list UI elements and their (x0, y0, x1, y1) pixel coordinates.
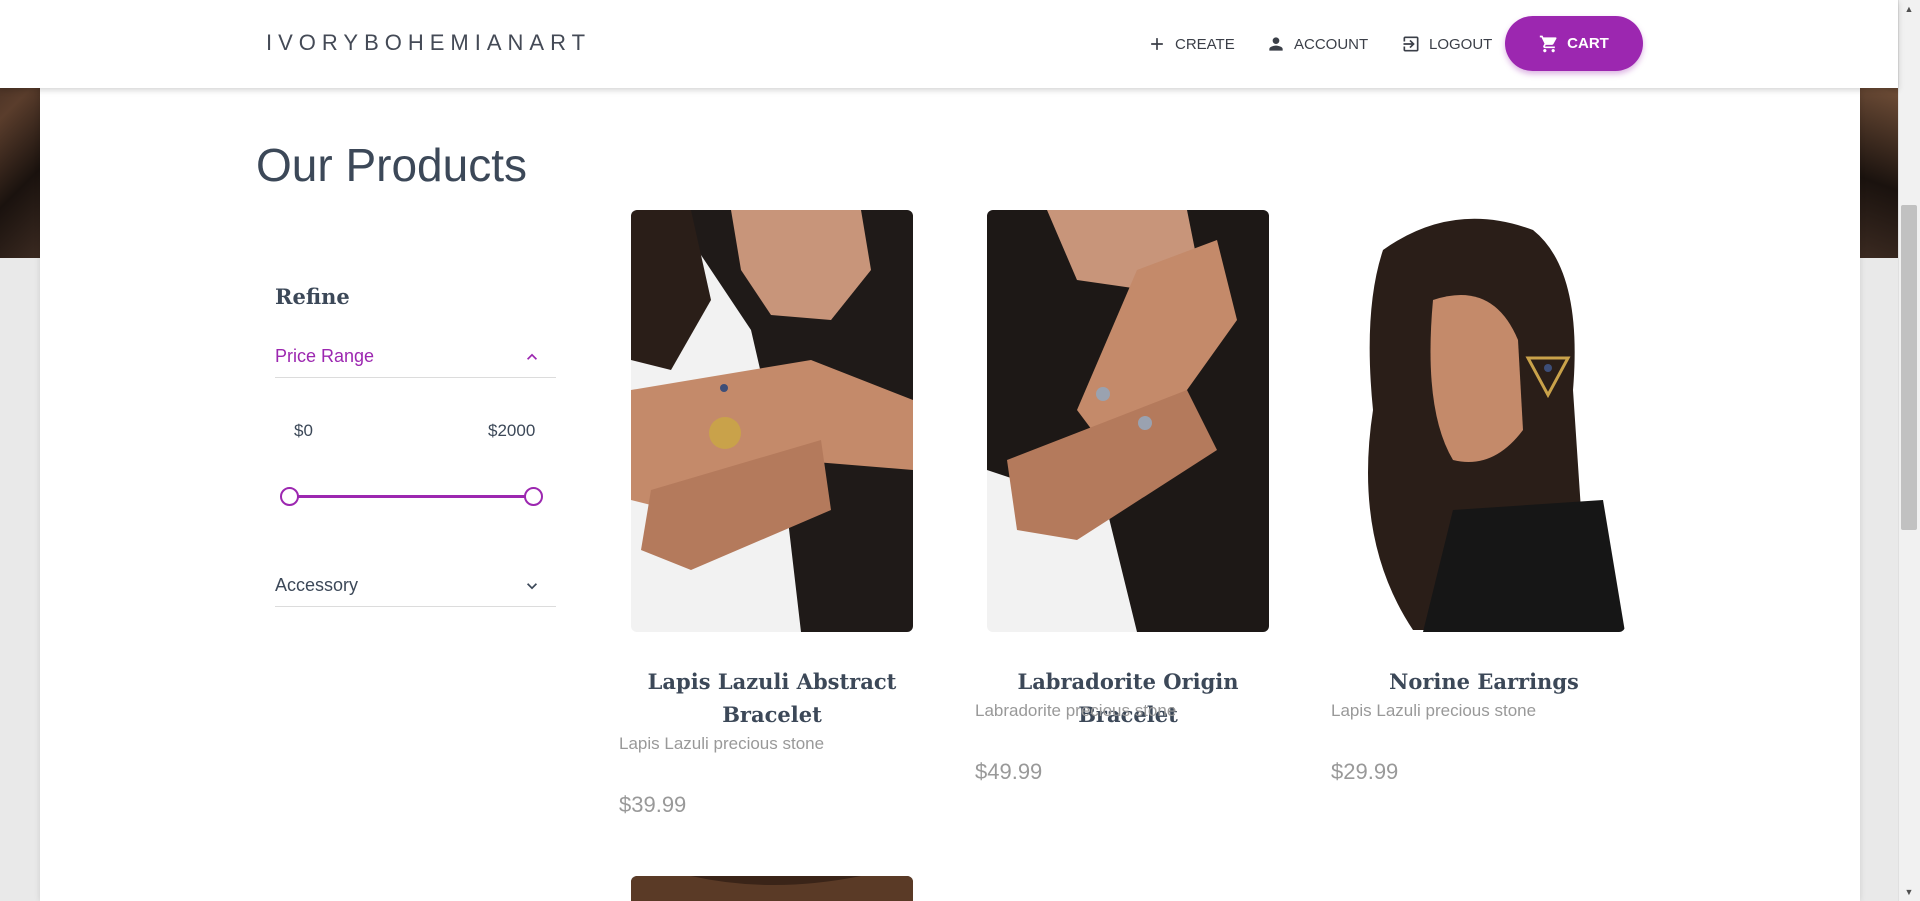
price-range-accordion[interactable]: Price Range (275, 336, 556, 378)
scrollbar-thumb[interactable] (1901, 205, 1917, 530)
product-price: $49.99 (975, 759, 1043, 784)
product-name[interactable]: Labradorite Origin Bracelet (987, 665, 1269, 731)
page-scrollbar[interactable]: ▲ ▼ (1898, 0, 1920, 901)
logout-label: LOGOUT (1429, 35, 1493, 53)
product-photo-bracelet (631, 210, 913, 632)
person-icon (1269, 37, 1283, 51)
product-image[interactable] (631, 210, 913, 632)
product-name[interactable]: Lapis Lazuli Abstract Bracelet (631, 665, 913, 731)
shopping-cart-icon (1539, 35, 1557, 52)
price-slider-min-handle[interactable] (280, 487, 299, 506)
product-image[interactable] (1343, 210, 1625, 632)
create-button[interactable]: CREATE (1147, 30, 1235, 58)
account-button[interactable]: ACCOUNT (1266, 30, 1368, 58)
product-image[interactable] (631, 876, 913, 901)
price-min-value: $0 (294, 421, 313, 440)
product-photo-partial (631, 876, 913, 901)
scroll-down-arrow-icon[interactable]: ▼ (1898, 883, 1920, 901)
product-description: Lapis Lazuli precious stone (619, 734, 825, 753)
chevron-down-icon (527, 582, 537, 589)
logout-button[interactable]: LOGOUT (1401, 30, 1492, 58)
product-price: $29.99 (1331, 759, 1399, 784)
price-slider-max-handle[interactable] (524, 487, 543, 506)
navbar: IVORYBOHEMIANART CREATE ACCOUNT LOGOUT C… (0, 0, 1898, 88)
accessory-accordion[interactable]: Accessory (275, 565, 556, 607)
logout-icon (1403, 36, 1419, 52)
plus-icon (1151, 38, 1163, 50)
page-title: Our Products (256, 139, 527, 191)
product-price: $39.99 (619, 792, 687, 817)
brand-logo[interactable]: IVORYBOHEMIANART (266, 30, 591, 56)
price-max-value: $2000 (488, 421, 536, 440)
cart-button[interactable]: CART (1505, 16, 1643, 71)
product-image[interactable] (987, 210, 1269, 632)
chevron-up-icon (527, 353, 537, 360)
cart-label: CART (1567, 35, 1609, 52)
scroll-up-arrow-icon[interactable]: ▲ (1898, 0, 1920, 18)
product-name[interactable]: Norine Earrings (1343, 665, 1625, 698)
product-photo-bracelet (987, 210, 1269, 632)
refine-heading: Refine (275, 284, 350, 309)
create-label: CREATE (1175, 35, 1235, 53)
product-description: Lapis Lazuli precious stone (1331, 701, 1537, 720)
account-label: ACCOUNT (1294, 35, 1369, 53)
price-range-label: Price Range (275, 346, 375, 366)
product-description: Labradorite precious stone (975, 701, 1177, 720)
product-photo-earrings (1343, 210, 1625, 632)
accessory-label: Accessory (275, 575, 359, 595)
price-slider-track[interactable] (290, 495, 534, 498)
